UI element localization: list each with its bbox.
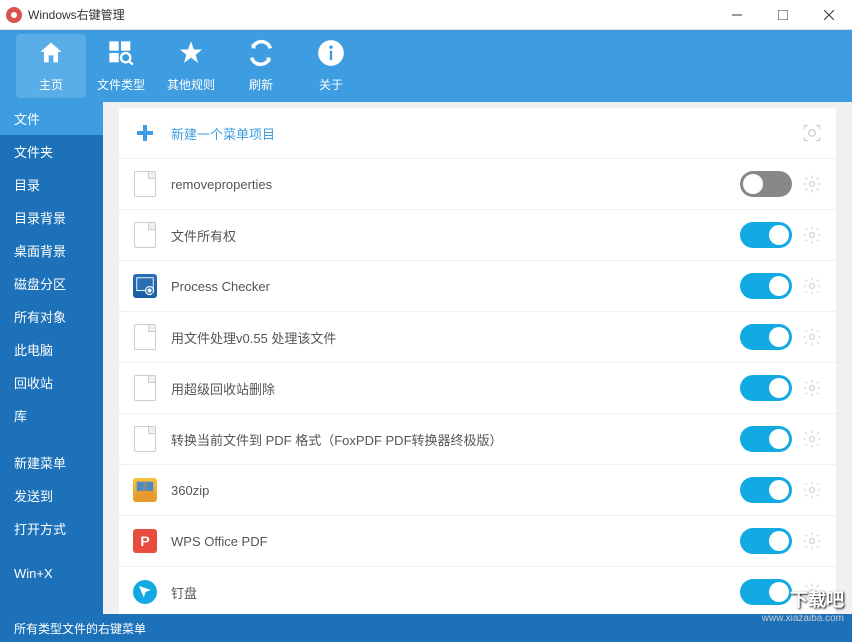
sidebar-item[interactable]: Win+X [0,559,103,588]
list-item[interactable]: Process Checker [119,261,836,311]
sidebar-item[interactable]: 桌面背景 [0,234,103,267]
sidebar-item[interactable]: 磁盘分区 [0,267,103,300]
statusbar: 所有类型文件的右键菜单 [0,614,852,642]
toggle-switch[interactable] [740,222,792,248]
gear-icon[interactable] [802,480,822,500]
plus-icon [133,119,157,147]
maximize-button[interactable] [760,0,806,30]
gear-icon[interactable] [802,327,822,347]
gear-icon[interactable] [802,225,822,245]
new-item-row[interactable]: 新建一个菜单项目 [119,108,836,158]
gear-icon[interactable] [802,582,822,602]
list-item[interactable]: removeproperties [119,159,836,209]
toolbar-filetype[interactable]: 文件类型 [86,30,156,102]
target-icon[interactable] [802,123,822,143]
star-icon [176,39,206,72]
toggle-switch[interactable] [740,528,792,554]
sidebar-item[interactable]: 所有对象 [0,300,103,333]
item-label: 文件所有权 [171,226,740,245]
item-label: 用文件处理v0.55 处理该文件 [171,328,740,347]
window-controls [714,0,852,30]
item-icon [133,374,157,402]
toggle-switch[interactable] [740,324,792,350]
gear-icon[interactable] [802,174,822,194]
item-label: WPS Office PDF [171,534,740,549]
sidebar-item[interactable]: 目录 [0,168,103,201]
toggle-switch[interactable] [740,477,792,503]
gear-icon[interactable] [802,276,822,296]
list-item[interactable]: 用文件处理v0.55 处理该文件 [119,312,836,362]
item-icon [133,170,157,198]
sidebar-item[interactable]: 目录背景 [0,201,103,234]
sidebar-item[interactable]: 发送到 [0,479,103,512]
item-icon [133,221,157,249]
toolbar-other-rules[interactable]: 其他规则 [156,30,226,102]
refresh-icon [246,39,276,72]
list-item[interactable]: P WPS Office PDF [119,516,836,566]
sidebar-item[interactable]: 回收站 [0,366,103,399]
toggle-switch[interactable] [740,375,792,401]
info-icon [316,39,346,72]
sidebar: 文件文件夹目录目录背景桌面背景磁盘分区所有对象此电脑回收站库新建菜单发送到打开方… [0,102,103,614]
list-item[interactable]: 钉盘 [119,567,836,614]
toolbar-home[interactable]: 主页 [16,34,86,98]
item-icon [133,476,157,504]
list-item[interactable]: 文件所有权 [119,210,836,260]
item-icon [133,272,157,300]
item-label: 钉盘 [171,583,740,602]
window-title: Windows右键管理 [28,6,714,23]
toggle-switch[interactable] [740,273,792,299]
toggle-switch[interactable] [740,426,792,452]
home-icon [36,39,66,72]
toolbar-about[interactable]: 关于 [296,30,366,102]
toolbar-refresh[interactable]: 刷新 [226,30,296,102]
item-label: 360zip [171,483,740,498]
close-button[interactable] [806,0,852,30]
toolbar: 主页 文件类型 其他规则 刷新 关于 [0,30,852,102]
new-item-label: 新建一个菜单项目 [171,124,802,143]
list-item[interactable]: 转换当前文件到 PDF 格式（FoxPDF PDF转换器终极版） [119,414,836,464]
gear-icon[interactable] [802,378,822,398]
item-label: removeproperties [171,177,740,192]
item-icon: P [133,527,157,555]
list-item[interactable]: 360zip [119,465,836,515]
statusbar-text: 所有类型文件的右键菜单 [14,620,146,637]
titlebar: Windows右键管理 [0,0,852,30]
sidebar-item[interactable]: 打开方式 [0,512,103,545]
gear-icon[interactable] [802,531,822,551]
item-label: 转换当前文件到 PDF 格式（FoxPDF PDF转换器终极版） [171,430,740,449]
item-icon [133,578,157,606]
toggle-switch[interactable] [740,579,792,605]
gear-icon[interactable] [802,429,822,449]
grid-search-icon [106,39,136,72]
sidebar-item[interactable]: 文件 [0,102,103,135]
list-item[interactable]: 用超级回收站删除 [119,363,836,413]
sidebar-item[interactable]: 新建菜单 [0,446,103,479]
toggle-switch[interactable] [740,171,792,197]
minimize-button[interactable] [714,0,760,30]
app-icon [6,7,22,23]
content: 新建一个菜单项目 removeproperties 文件所有权 Process Ch… [103,102,852,614]
item-icon [133,425,157,453]
item-icon [133,323,157,351]
sidebar-item[interactable]: 此电脑 [0,333,103,366]
item-label: Process Checker [171,279,740,294]
item-label: 用超级回收站删除 [171,379,740,398]
sidebar-item[interactable]: 库 [0,399,103,432]
sidebar-item[interactable]: 文件夹 [0,135,103,168]
